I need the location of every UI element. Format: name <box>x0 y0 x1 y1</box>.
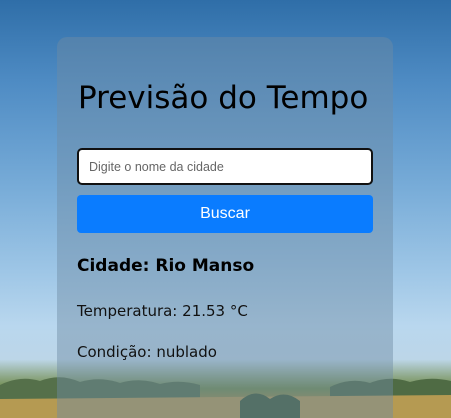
city-name: Rio Manso <box>155 256 255 276</box>
temperature-label: Temperatura: <box>77 302 178 320</box>
city-result: Cidade: Rio Manso <box>77 256 254 276</box>
temperature-result: Temperatura: 21.53 °C <box>77 302 248 320</box>
condition-value: nublado <box>156 343 217 361</box>
condition-result: Condição: nublado <box>77 343 217 361</box>
temperature-value: 21.53 <box>182 302 226 320</box>
city-label: Cidade: <box>77 256 150 276</box>
temperature-unit: °C <box>229 302 248 320</box>
page-title: Previsão do Tempo <box>78 80 369 116</box>
search-button[interactable]: Buscar <box>77 195 373 233</box>
city-search-input[interactable] <box>77 148 373 185</box>
condition-label: Condição: <box>77 343 152 361</box>
